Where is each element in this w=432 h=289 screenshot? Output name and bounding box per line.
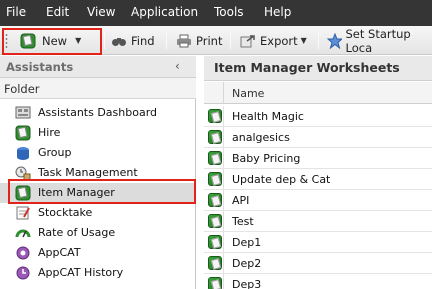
toolbar-divider bbox=[318, 32, 319, 49]
tree-item-hire[interactable]: Hire bbox=[0, 123, 196, 143]
toolbar-divider bbox=[166, 32, 167, 49]
stocktake-icon bbox=[16, 206, 30, 220]
appcat-history-icon bbox=[16, 266, 30, 280]
worksheet-name: API bbox=[232, 194, 250, 207]
worksheet-icon bbox=[208, 151, 222, 165]
table-row[interactable]: Baby Pricing bbox=[204, 148, 432, 169]
export-icon bbox=[240, 34, 255, 47]
tree-item-label: Assistants Dashboard bbox=[38, 106, 158, 119]
binoculars-icon bbox=[112, 37, 126, 46]
printer-icon bbox=[177, 34, 191, 47]
menu-help[interactable]: Help bbox=[264, 5, 291, 19]
table-row[interactable]: Dep2 bbox=[204, 253, 432, 274]
assistants-title: Assistants bbox=[6, 60, 74, 74]
menu-bar: File Edit View Application Tools Help bbox=[0, 0, 432, 26]
assistants-pane: Assistants ‹ Folder Assistants Dashboard… bbox=[0, 56, 196, 289]
grid-header: Name bbox=[204, 82, 432, 104]
menu-edit[interactable]: Edit bbox=[46, 5, 69, 19]
collapse-pane-icon[interactable]: ‹ bbox=[175, 59, 180, 73]
row-icon-cell bbox=[204, 253, 224, 273]
tree-item-label: Rate of Usage bbox=[38, 226, 116, 239]
table-row[interactable]: Dep3 bbox=[204, 274, 432, 289]
find-button-label: Find bbox=[131, 33, 155, 48]
row-icon-cell bbox=[204, 232, 224, 252]
tree-item-label: Stocktake bbox=[38, 206, 93, 219]
set-startup-location-label: Set Startup Loca bbox=[345, 26, 411, 55]
worksheet-name: analgesics bbox=[232, 131, 290, 144]
toolbar-divider bbox=[230, 32, 231, 49]
row-icon-cell bbox=[204, 148, 224, 168]
worksheet-icon bbox=[208, 109, 222, 123]
worksheet-name: Update dep & Cat bbox=[232, 173, 331, 186]
tree-item-appcat-history[interactable]: AppCAT History bbox=[0, 263, 196, 283]
export-button-label: Export bbox=[260, 33, 298, 48]
item-manager-highlight bbox=[8, 179, 196, 204]
row-icon-cell bbox=[204, 127, 224, 147]
menu-view[interactable]: View bbox=[87, 5, 115, 19]
worksheets-title: Item Manager Worksheets bbox=[214, 60, 400, 75]
group-icon bbox=[17, 147, 29, 160]
worksheet-name: Dep1 bbox=[232, 236, 262, 249]
table-row[interactable]: Test bbox=[204, 211, 432, 232]
assistants-header: Assistants ‹ bbox=[0, 56, 196, 78]
set-startup-location-button[interactable]: Set Startup Loca bbox=[327, 27, 432, 55]
worksheet-name: Baby Pricing bbox=[232, 152, 301, 165]
rate-icon bbox=[15, 229, 31, 238]
tree-item-label: AppCAT bbox=[38, 246, 81, 259]
row-icon-column-header bbox=[204, 82, 224, 104]
print-button-label: Print bbox=[196, 33, 223, 48]
worksheet-icon bbox=[208, 130, 222, 144]
print-button[interactable]: Print bbox=[176, 30, 222, 51]
table-row[interactable]: Dep1 bbox=[204, 232, 432, 253]
row-icon-cell bbox=[204, 169, 224, 189]
dashboard-icon bbox=[15, 106, 31, 119]
tree-item-appcat[interactable]: AppCAT bbox=[0, 243, 196, 263]
menu-file[interactable]: File bbox=[6, 5, 26, 19]
worksheet-name: Dep3 bbox=[232, 278, 262, 289]
worksheet-icon bbox=[208, 193, 222, 207]
toolbar-divider bbox=[104, 32, 105, 49]
folder-column-header: Folder bbox=[0, 78, 196, 99]
tree-item-group[interactable]: Group bbox=[0, 143, 196, 163]
menu-tools[interactable]: Tools bbox=[214, 5, 244, 19]
worksheet-name: Test bbox=[232, 215, 254, 228]
worksheet-name: Dep2 bbox=[232, 257, 262, 270]
new-button-highlight bbox=[2, 28, 102, 55]
chevron-down-icon[interactable]: ▼ bbox=[301, 36, 307, 45]
worksheets-pane: Item Manager Worksheets Name Health Magi… bbox=[204, 56, 432, 289]
worksheet-icon bbox=[208, 214, 222, 228]
worksheet-icon bbox=[208, 235, 222, 249]
row-icon-cell bbox=[204, 211, 224, 231]
worksheet-icon bbox=[208, 256, 222, 270]
tree-item-label: AppCAT History bbox=[38, 266, 124, 279]
tree-item-label: Group bbox=[38, 146, 72, 159]
row-icon-cell bbox=[204, 106, 224, 126]
find-button[interactable]: Find bbox=[111, 30, 155, 51]
tree-item-label: Hire bbox=[38, 126, 61, 139]
name-column-header[interactable]: Name bbox=[232, 87, 264, 100]
folder-label: Folder bbox=[4, 82, 40, 96]
menu-application[interactable]: Application bbox=[131, 5, 198, 19]
table-row[interactable]: Health Magic bbox=[204, 106, 432, 127]
tree-item-rate-of-usage[interactable]: Rate of Usage bbox=[0, 223, 196, 243]
worksheet-icon bbox=[208, 277, 222, 289]
worksheet-name: Health Magic bbox=[232, 110, 304, 123]
table-row[interactable]: Update dep & Cat bbox=[204, 169, 432, 190]
hire-icon bbox=[15, 125, 31, 141]
star-icon bbox=[327, 32, 342, 49]
worksheet-icon bbox=[208, 172, 222, 186]
worksheets-header: Item Manager Worksheets bbox=[204, 56, 432, 81]
tree-item-label: Task Management bbox=[38, 166, 138, 179]
table-row[interactable]: API bbox=[204, 190, 432, 211]
row-icon-cell bbox=[204, 274, 224, 289]
table-row[interactable]: analgesics bbox=[204, 127, 432, 148]
row-icon-cell bbox=[204, 190, 224, 210]
appcat-icon bbox=[16, 246, 30, 260]
export-button[interactable]: Export ▼ bbox=[240, 30, 307, 51]
tree-item-stocktake[interactable]: Stocktake bbox=[0, 203, 196, 223]
tree-item-assistants-dashboard[interactable]: Assistants Dashboard bbox=[0, 103, 196, 123]
